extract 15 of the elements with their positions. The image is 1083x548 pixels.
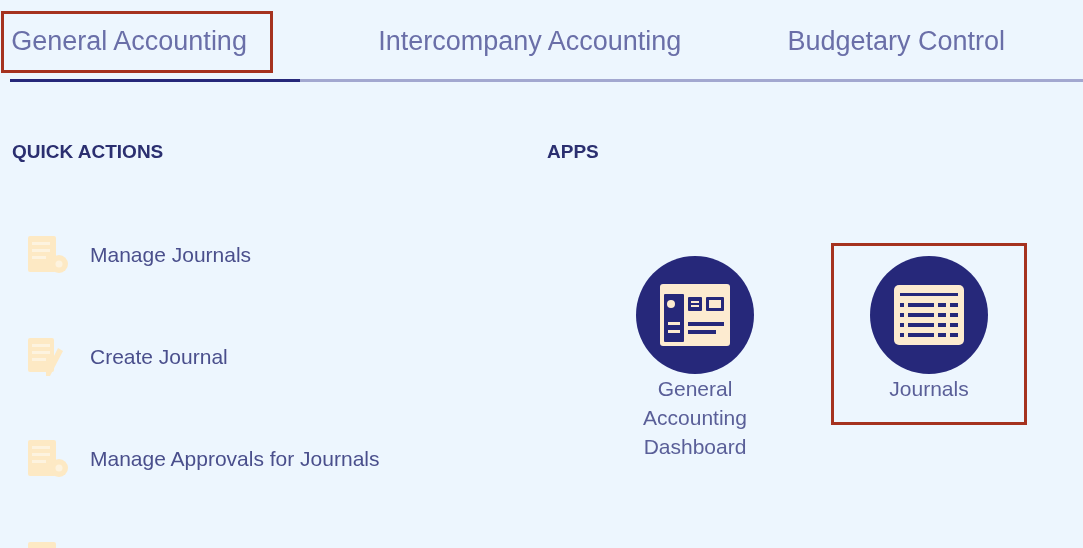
quick-action-link[interactable]: Manage Approvals for Journals [90, 442, 380, 475]
dashboard-icon [660, 283, 730, 346]
document-pencil-icon [26, 335, 66, 378]
section-heading: APPS [547, 140, 599, 164]
tab[interactable]: Budgetary Control [759, 3, 1033, 82]
quick-action-link[interactable]: Manage Journals [90, 238, 252, 271]
quick-action-link[interactable]: Create Journal [90, 340, 228, 373]
section-heading: QUICK ACTIONS [12, 140, 164, 164]
tab[interactable]: General Accounting [10, 3, 301, 82]
app-tile[interactable]: General Accounting Dashboard [597, 242, 793, 470]
document-gear-icon [26, 437, 70, 480]
tab[interactable]: Intercompany Accounting [350, 3, 710, 82]
app-tile[interactable]: Journals [831, 242, 1027, 425]
table-icon [894, 284, 964, 345]
document-gear-icon [26, 233, 70, 276]
